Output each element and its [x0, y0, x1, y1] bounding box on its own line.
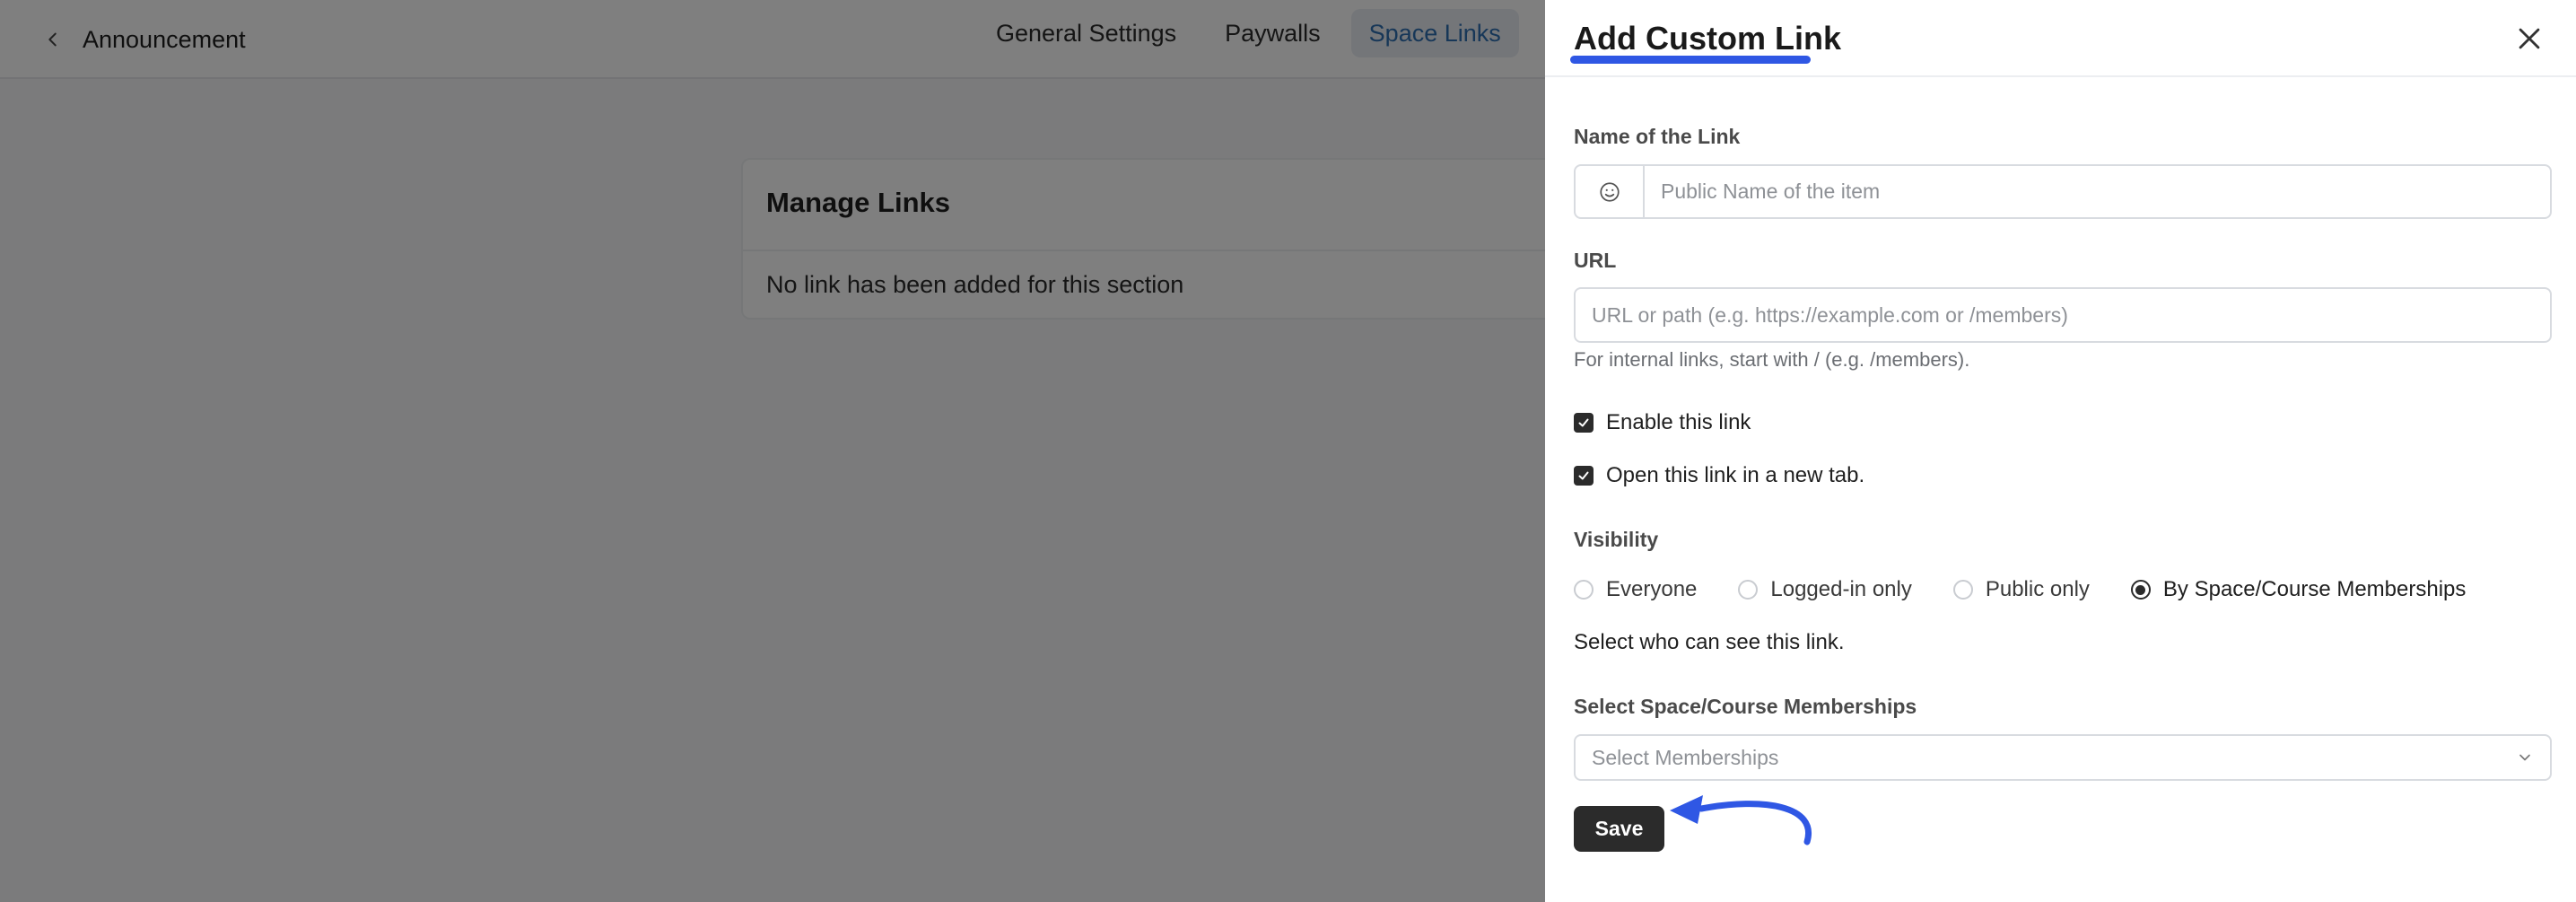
check-icon	[1578, 418, 1589, 427]
drawer-title: Add Custom Link	[1574, 20, 1841, 57]
add-custom-link-drawer: Add Custom Link Name of the Link URL For…	[1545, 0, 2576, 902]
checkbox-label: Open this link in a new tab.	[1606, 463, 1865, 487]
check-icon	[1578, 471, 1589, 480]
name-label: Name of the Link	[1574, 125, 1741, 148]
radio-label: Everyone	[1606, 577, 1698, 601]
radio-logged-in-only[interactable]: Logged-in only	[1738, 577, 1912, 602]
visibility-label: Visibility	[1574, 528, 1659, 551]
radio-circle[interactable]	[1738, 580, 1759, 600]
checkbox-box[interactable]	[1574, 413, 1594, 433]
close-button[interactable]	[2514, 23, 2545, 54]
smiley-icon	[1599, 181, 1620, 202]
url-help-text: For internal links, start with / (e.g. /…	[1574, 348, 1970, 371]
memberships-label: Select Space/Course Memberships	[1574, 695, 1917, 718]
visibility-radio-group: Everyone Logged-in only Public only By S…	[1574, 576, 2507, 603]
close-icon	[2519, 28, 2540, 49]
link-name-input[interactable]	[1645, 166, 2550, 217]
radio-circle[interactable]	[1952, 580, 1973, 600]
radio-circle[interactable]	[1574, 580, 1594, 600]
visibility-help-text: Select who can see this link.	[1574, 630, 1845, 654]
curved-arrow-icon	[1670, 795, 1812, 845]
chevron-down-icon	[2519, 754, 2530, 761]
url-input[interactable]	[1574, 287, 2552, 343]
name-input-group	[1574, 164, 2552, 219]
title-highlight-underline	[1570, 56, 1811, 64]
radio-circle-selected[interactable]	[2130, 580, 2151, 600]
radio-label: Public only	[1985, 577, 2090, 601]
radio-public-only[interactable]: Public only	[1952, 577, 2090, 602]
enable-link-checkbox[interactable]: Enable this link	[1574, 409, 1751, 436]
checkbox-box[interactable]	[1574, 466, 1594, 486]
radio-label: By Space/Course Memberships	[2162, 577, 2467, 601]
radio-label: Logged-in only	[1770, 577, 1912, 601]
select-placeholder: Select Memberships	[1592, 745, 1779, 769]
radio-by-memberships[interactable]: By Space/Course Memberships	[2130, 577, 2467, 602]
memberships-select[interactable]: Select Memberships	[1574, 734, 2552, 781]
radio-everyone[interactable]: Everyone	[1574, 577, 1697, 602]
emoji-picker-button[interactable]	[1576, 166, 1645, 217]
save-button[interactable]: Save	[1574, 806, 1664, 852]
open-new-tab-checkbox[interactable]: Open this link in a new tab.	[1574, 462, 1864, 489]
url-label: URL	[1574, 249, 1617, 272]
drawer-header: Add Custom Link	[1545, 0, 2576, 77]
checkbox-label: Enable this link	[1606, 410, 1751, 434]
